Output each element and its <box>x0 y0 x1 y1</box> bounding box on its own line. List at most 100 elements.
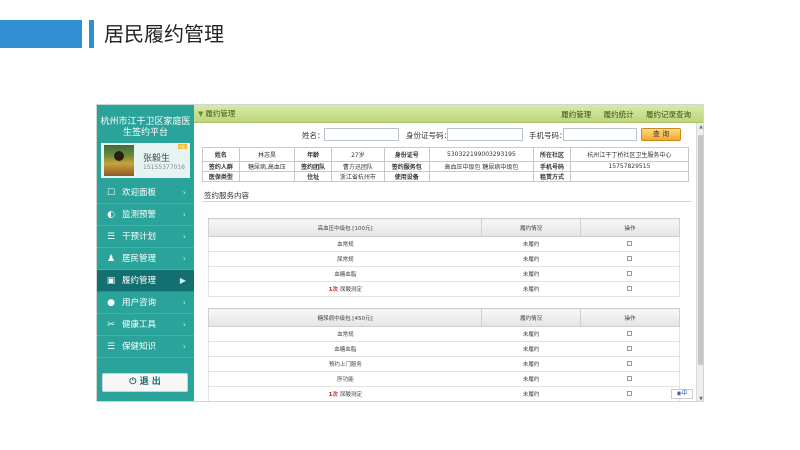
status-cell: 未履约 <box>481 251 581 267</box>
service-item: 1次 尿酸测定 <box>207 281 482 297</box>
sidebar-item[interactable]: ♟ 居民管理 › <box>97 248 194 270</box>
sidebar-item-label: 用户咨询 <box>122 298 157 308</box>
action-cell <box>580 341 680 357</box>
scroll-thumb[interactable] <box>698 135 703 365</box>
action-cell <box>580 281 680 297</box>
contract-icon: ▣ <box>106 276 116 286</box>
action-cell <box>580 356 680 372</box>
power-icon: ⏻ <box>129 377 140 387</box>
table-row: 医保类型 住址 浙江省杭州市 使用设备 租赁方式 <box>202 171 690 182</box>
fulfill-checkbox[interactable] <box>627 345 633 351</box>
sidebar-item[interactable]: ✂ 健康工具 › <box>97 314 194 336</box>
user-phone: 15155377016 <box>143 164 185 171</box>
tools-icon: ✂ <box>107 320 115 330</box>
search-button[interactable]: 查 询 <box>641 128 681 141</box>
sidebar-item[interactable]: ● 用户咨询 › <box>97 292 194 314</box>
platform-title: 杭州市江干卫区家庭医生签约平台 <box>100 117 191 138</box>
info-value: 27岁 <box>330 147 385 162</box>
chevron-right-icon: › <box>182 298 186 307</box>
status-cell: 未履约 <box>481 326 581 342</box>
service-item: 血常规 <box>207 326 482 342</box>
sidebar-item[interactable]: ▣ 履约管理 ▶ <box>97 270 194 292</box>
top-bar: ▼ 履约管理 履约管理 履约统计 履约记录查询 <box>194 105 703 123</box>
sidebar-item[interactable]: ☰ 保健知识 › <box>97 336 194 358</box>
table-row: 血常规 未履约 <box>207 326 680 342</box>
user-card: 张毅生 15155377016 vip <box>101 143 190 178</box>
fulfill-checkbox[interactable] <box>627 270 633 276</box>
fulfill-checkbox[interactable] <box>627 285 633 291</box>
info-key: 手机号码 <box>533 161 571 172</box>
status-header: 履约情况 <box>481 218 582 237</box>
search-row: 姓名： 身份证号码： 手机号码： 查 询 <box>194 126 691 144</box>
action-cell <box>580 386 680 401</box>
action-cell <box>580 266 680 282</box>
info-value <box>238 171 296 182</box>
service-item: 尿常规 <box>207 251 482 267</box>
avatar[interactable] <box>104 145 134 176</box>
table-row: 尿常规 未履约 <box>207 251 680 267</box>
chevron-right-icon: › <box>182 342 186 351</box>
slide-header: 居民履约管理 <box>0 20 260 48</box>
top-links: 履约管理 履约统计 履约记录查询 <box>551 109 691 120</box>
info-value: 林志昊 <box>238 147 296 162</box>
residents-icon: ♟ <box>106 254 116 264</box>
sidebar-item-label: 监测预警 <box>122 210 157 220</box>
chevron-right-icon: › <box>182 210 186 219</box>
info-value <box>569 171 690 182</box>
sidebar-item[interactable]: ☰ 干预计划 › <box>97 226 194 248</box>
fulfill-checkbox[interactable] <box>627 390 633 396</box>
info-key: 姓名 <box>202 147 240 162</box>
status-cell: 未履约 <box>481 266 581 282</box>
table-row: 血糖血脂 未履约 <box>207 266 680 282</box>
vertical-scrollbar[interactable]: ▲ ▼ <box>696 123 703 401</box>
fulfill-checkbox[interactable] <box>627 240 633 246</box>
name-label: 姓名： <box>302 131 325 140</box>
fulfill-checkbox[interactable] <box>627 255 633 261</box>
scroll-up-icon[interactable]: ▲ <box>698 124 703 130</box>
action-cell <box>580 251 680 267</box>
service-name: 血糖血脂 <box>334 272 357 278</box>
scroll-down-icon[interactable]: ▼ <box>698 396 703 401</box>
logout-button[interactable]: ⏻ 退 出 <box>102 373 188 392</box>
info-value: 高血压中级包 糖尿病中级包 <box>428 161 535 172</box>
id-label: 身份证号码： <box>406 131 451 140</box>
service-item: 肝功能 <box>207 371 482 387</box>
fulfill-checkbox[interactable] <box>627 330 633 336</box>
info-key: 签约服务包 <box>383 161 430 172</box>
service-name: 尿酸测定 <box>339 392 362 398</box>
table-row: 血糖血脂 未履约 <box>207 341 680 357</box>
ime-indicator[interactable]: ◉中 <box>671 389 693 399</box>
status-header: 履约情况 <box>481 308 582 327</box>
table-row: 血常规 未履约 <box>207 236 680 252</box>
id-number-input[interactable] <box>447 128 523 141</box>
service-item: 血常规 <box>207 236 482 252</box>
resident-info-table: 姓名 林志昊 年龄 27岁 身份证号 530322199003293195 所在社区 杭州江干… <box>202 147 690 182</box>
info-value: 曹方迅团队 <box>330 161 385 172</box>
service-name: 尿常规 <box>337 257 354 263</box>
info-value: 530322199003293195 <box>428 147 535 162</box>
fulfill-checkbox[interactable] <box>627 375 633 381</box>
link-contract-manage[interactable]: 履约管理 <box>561 110 591 119</box>
link-contract-stats[interactable]: 履约统计 <box>604 110 634 119</box>
service-section-title: 签约服务内容 <box>204 191 249 200</box>
table-row: 肝功能 未履约 <box>207 371 680 387</box>
action-cell <box>580 371 680 387</box>
info-value <box>428 171 535 182</box>
info-value: 15757829515 <box>569 161 690 172</box>
book-icon: ☰ <box>106 342 116 352</box>
fulfill-checkbox[interactable] <box>627 360 633 366</box>
phone-input[interactable] <box>563 128 637 141</box>
service-item: 血糖血脂 <box>207 341 482 357</box>
sidebar-item[interactable]: ☐ 欢迎面板 › <box>97 182 194 204</box>
sidebar-item-label: 健康工具 <box>122 320 157 330</box>
table-row: 1次 尿酸测定 未履约 <box>207 281 680 297</box>
package-name-header: 高血压中级包 [100元] <box>207 218 483 237</box>
action-header: 操作 <box>580 218 680 237</box>
chevron-right-icon: › <box>182 188 186 197</box>
user-name: 张毅生 <box>143 154 171 164</box>
sidebar-item[interactable]: ◐ 监测预警 › <box>97 204 194 226</box>
name-input[interactable] <box>324 128 399 141</box>
link-contract-records[interactable]: 履约记录查询 <box>646 110 691 119</box>
service-count: 1次 <box>328 287 338 293</box>
dashboard-icon: ☐ <box>106 188 116 198</box>
